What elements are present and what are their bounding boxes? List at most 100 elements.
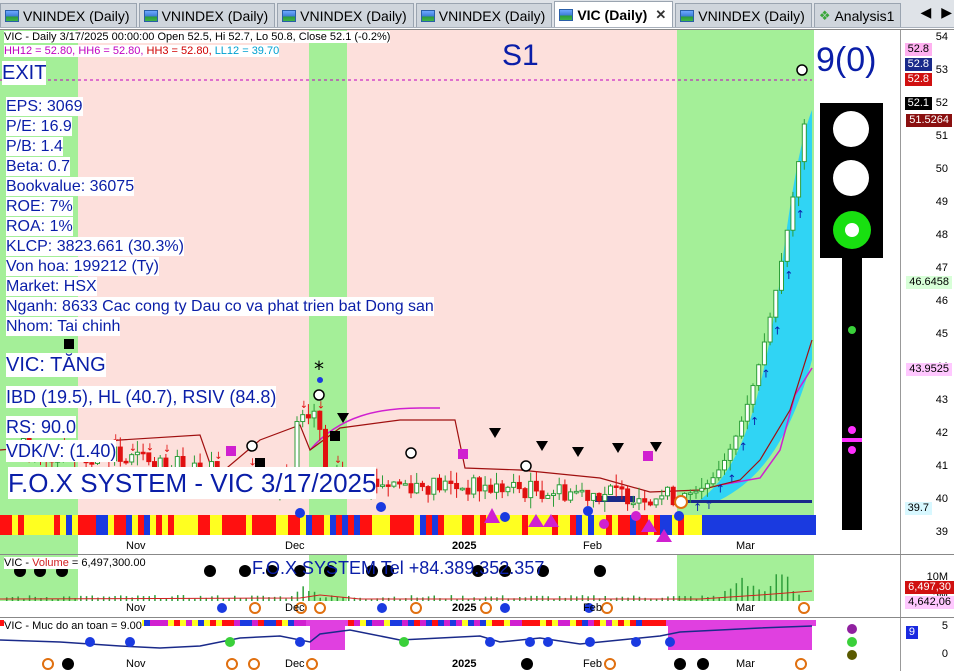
safety-panel[interactable]: VIC - Muc do an toan = 9.00 5 0 9 Nov De… [0, 617, 954, 671]
signal-cell [810, 515, 816, 535]
signal-cell [690, 515, 696, 535]
volume-bar [296, 591, 299, 601]
candle-body [545, 494, 551, 499]
safety-cell [336, 620, 342, 626]
tag-magenta-level: 43.9525 [906, 363, 952, 376]
tab-vnindex-2[interactable]: VNINDEX (Daily) [138, 3, 276, 27]
safety-cell [234, 620, 240, 626]
candle-body [699, 487, 705, 492]
safety-cell [396, 620, 402, 626]
tab-vnindex-3[interactable]: VNINDEX (Daily) [277, 3, 414, 27]
signal-cell [120, 515, 126, 535]
candle-body [739, 420, 745, 437]
o-marker-orange [674, 495, 688, 509]
candle-body [573, 490, 579, 494]
safety-cell [354, 620, 360, 626]
price-header: VIC - Daily 3/17/2025 00:00:00 Open 52.5… [4, 31, 391, 43]
candle-body [790, 196, 796, 231]
magenta-dot [631, 511, 641, 521]
tab-vnindex-4[interactable]: VNINDEX (Daily) [415, 3, 553, 27]
scroll-right-icon[interactable]: ▶ [941, 4, 952, 21]
tag-volume-ma: 4,642,06 [905, 596, 954, 609]
candle-body [750, 385, 756, 405]
fundamental-beta: Beta: 0.7 [6, 157, 71, 176]
safety-black-dot [62, 658, 74, 670]
scroll-left-icon[interactable]: ◀ [920, 4, 931, 21]
tab-vic-daily[interactable]: VIC (Daily) ✕ [554, 1, 674, 27]
candle-body [619, 486, 625, 490]
candle-body [596, 492, 602, 502]
candle-body [123, 460, 129, 464]
safety-cell [390, 620, 396, 626]
safety-cell [756, 620, 762, 626]
up-arrow-marker: ↑ [784, 269, 793, 282]
safety-orange-dot [795, 658, 807, 670]
signal-cell [768, 515, 774, 535]
safety-cell [504, 620, 510, 626]
tab-vnindex-1[interactable]: VNINDEX (Daily) [0, 3, 137, 27]
safety-cell [156, 620, 162, 626]
tab-vnindex-5[interactable]: VNINDEX (Daily) [675, 3, 812, 27]
signal-cell [288, 515, 294, 535]
signal-cell [756, 515, 762, 535]
volume-bar [302, 586, 304, 601]
signal-cell [330, 515, 336, 535]
signal-cell [696, 515, 702, 535]
candle-body [146, 452, 152, 463]
signal-cell [474, 515, 480, 535]
signal-cell [420, 515, 426, 535]
signal-square [226, 446, 236, 456]
x-label-dec: Dec [285, 540, 305, 552]
signal-cell [702, 515, 708, 535]
volume-panel[interactable]: VIC - Volume = 6,497,300.00 F.O.X SYSTEM… [0, 554, 954, 617]
safety-cell [186, 620, 192, 626]
signal-cell [12, 515, 18, 535]
signal-cell [0, 515, 6, 535]
safety-cell [768, 620, 774, 626]
safety-dot [295, 637, 305, 647]
safety-cell [606, 620, 612, 626]
safety-cell [666, 620, 672, 626]
signal-cell [66, 515, 72, 535]
volume-bar [319, 597, 321, 601]
volume-axis[interactable]: 10M 5M 6,497,30 4,642,06 [900, 555, 954, 617]
price-panel[interactable]: ↓↓↓↓↓↓↓↓↓↓↓↓↓↑↑↑↑↑↑↑↑↑↑ [0, 29, 954, 554]
price-axis[interactable]: 54535251504948474645444342414039 52.8 52… [900, 30, 954, 554]
count-label: 9(0) [816, 41, 877, 79]
signal-cell [270, 515, 276, 535]
safety-cell [564, 620, 570, 626]
safety-cell [252, 620, 258, 626]
price-tick-49: 49 [935, 196, 948, 208]
safety-axis[interactable]: 5 0 9 [900, 618, 954, 671]
candle-body [556, 484, 562, 495]
candle-body [767, 316, 773, 343]
signal-cell [558, 515, 564, 535]
candle-body [773, 289, 779, 318]
safety-cell [642, 620, 648, 626]
safety-cell [672, 620, 678, 626]
candle-body [505, 486, 511, 493]
volume-bar [593, 595, 595, 601]
signal-cell [390, 515, 396, 535]
volume-bar [410, 595, 413, 601]
safety-cell [402, 620, 408, 626]
safety-x-label-2025: 2025 [452, 658, 477, 670]
safety-dot [665, 637, 675, 647]
x-label-2025: 2025 [452, 540, 477, 552]
safety-dot [485, 637, 495, 647]
blue-dot [317, 377, 323, 383]
vol-x-label-feb: Feb [583, 602, 602, 614]
signal-cell [318, 515, 324, 535]
signal-cell [228, 515, 234, 535]
candle-body [630, 502, 636, 506]
close-icon[interactable]: ✕ [655, 7, 666, 23]
safety-orange-dot [42, 658, 54, 670]
analysis-icon: ❖ [818, 7, 831, 23]
signal-cell [306, 515, 312, 535]
volume-bar [279, 596, 282, 601]
signal-square [643, 451, 653, 461]
tab-analysis1[interactable]: ❖ Analysis1 [813, 3, 902, 27]
safety-cell [204, 620, 210, 626]
volume-bar [325, 597, 327, 601]
safety-tick-0: 0 [941, 648, 948, 660]
